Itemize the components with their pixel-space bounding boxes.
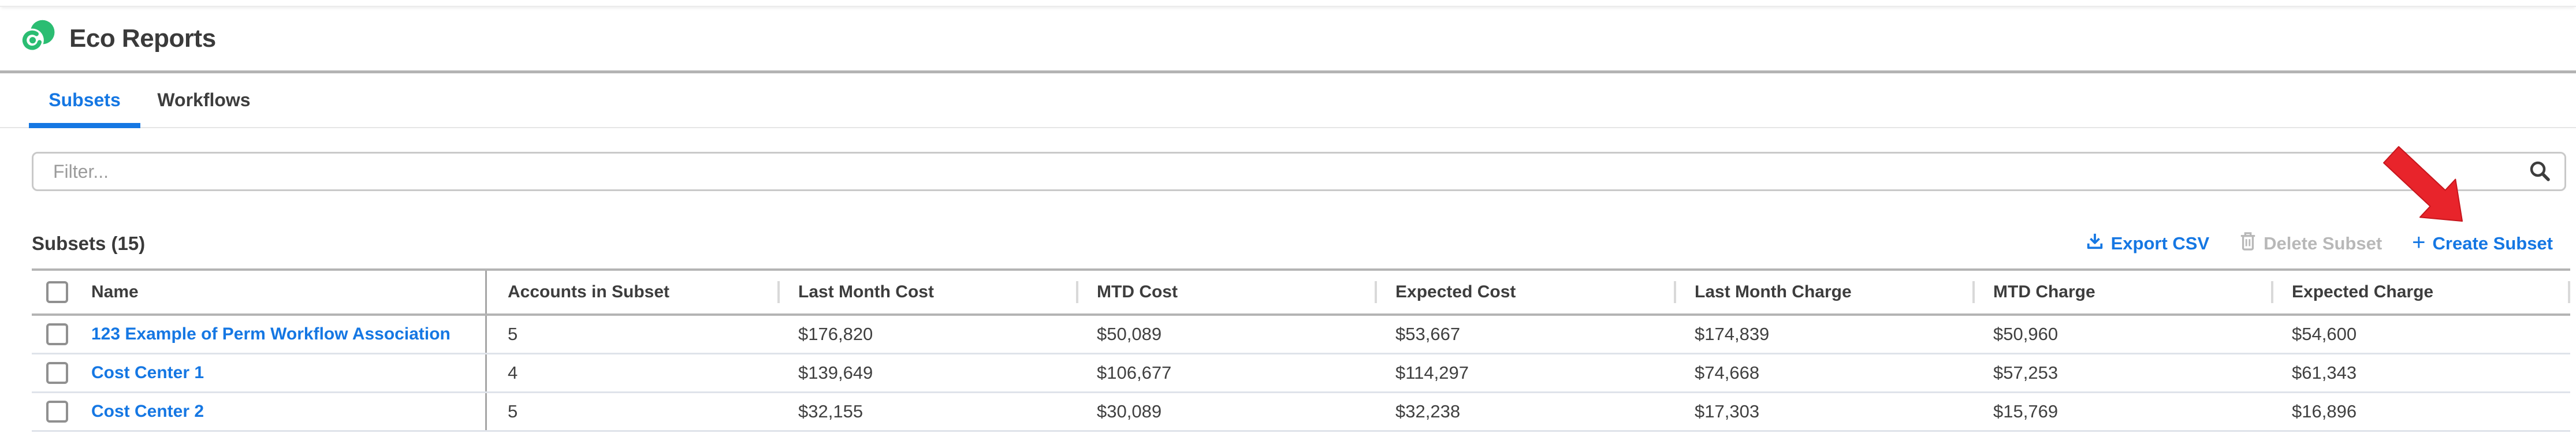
last-month-charge-value: $74,668 <box>1674 354 1972 391</box>
delete-subset-button[interactable]: Delete Subset <box>2239 232 2382 256</box>
mtd-cost-value: $30,089 <box>1076 393 1375 430</box>
tab-bar: Subsets Workflows <box>0 73 2576 128</box>
tab-subsets-label: Subsets <box>49 89 120 111</box>
window-top-strip <box>0 0 2576 7</box>
mtd-cost-value: $50,089 <box>1076 316 1375 353</box>
column-header-mtd-charge[interactable]: MTD Charge <box>1972 271 2271 313</box>
mtd-cost-value: $106,677 <box>1076 354 1375 391</box>
tab-workflows-label: Workflows <box>157 89 250 111</box>
column-header-expected-cost[interactable]: Expected Cost <box>1375 271 1674 313</box>
plus-icon: + <box>2412 234 2425 251</box>
last-month-cost-value: $32,155 <box>777 393 1076 430</box>
search-icon <box>2528 160 2551 183</box>
page-title: Eco Reports <box>69 24 216 53</box>
table-row: Cost Center 1 4 $139,649 $106,677 $114,2… <box>32 354 2570 393</box>
table-row: Cost Center 2 5 $32,155 $30,089 $32,238 … <box>32 393 2570 432</box>
row-checkbox[interactable] <box>46 401 68 423</box>
row-checkbox[interactable] <box>46 362 68 384</box>
row-checkbox-cell <box>32 354 83 391</box>
create-subset-label: Create Subset <box>2433 233 2553 254</box>
expected-cost-value: $32,238 <box>1375 393 1674 430</box>
subset-name-link[interactable]: Cost Center 1 <box>91 363 204 383</box>
expected-cost-value: $53,667 <box>1375 316 1674 353</box>
last-month-cost-value: $139,649 <box>777 354 1076 391</box>
expected-cost-value: $114,297 <box>1375 354 1674 391</box>
row-checkbox-cell <box>32 393 83 430</box>
delete-subset-label: Delete Subset <box>2264 233 2382 254</box>
filter-bar <box>32 152 2566 191</box>
tab-subsets[interactable]: Subsets <box>29 73 140 127</box>
column-header-expected-charge[interactable]: Expected Charge <box>2271 271 2570 313</box>
app-header: Eco Reports <box>0 7 2576 70</box>
table-header-row: Name Accounts in Subset Last Month Cost … <box>32 271 2570 316</box>
table-row: 123 Example of Perm Workflow Association… <box>32 316 2570 354</box>
filter-input[interactable] <box>32 152 2566 191</box>
expected-charge-value: $61,343 <box>2271 354 2570 391</box>
trash-icon <box>2239 232 2257 256</box>
accounts-in-subset-value: 5 <box>487 393 777 430</box>
subset-name-link[interactable]: 123 Example of Perm Workflow Association <box>91 324 451 344</box>
accounts-in-subset-value: 4 <box>487 354 777 391</box>
subsets-count-heading: Subsets (15) <box>32 233 145 255</box>
header-checkbox-cell <box>32 271 83 313</box>
expected-charge-value: $54,600 <box>2271 316 2570 353</box>
column-header-mtd-cost[interactable]: MTD Cost <box>1076 271 1375 313</box>
last-month-charge-value: $17,303 <box>1674 393 1972 430</box>
subset-name-link[interactable]: Cost Center 2 <box>91 402 204 421</box>
row-checkbox[interactable] <box>46 323 68 345</box>
download-icon <box>2086 232 2104 255</box>
mtd-charge-value: $15,769 <box>1972 393 2271 430</box>
last-month-charge-value: $174,839 <box>1674 316 1972 353</box>
expected-charge-value: $16,896 <box>2271 393 2570 430</box>
subsets-table: Name Accounts in Subset Last Month Cost … <box>32 268 2570 432</box>
eco-logo-icon <box>20 20 55 58</box>
column-header-name[interactable]: Name <box>83 271 487 313</box>
export-csv-button[interactable]: Export CSV <box>2086 232 2210 255</box>
last-month-cost-value: $176,820 <box>777 316 1076 353</box>
mtd-charge-value: $57,253 <box>1972 354 2271 391</box>
accounts-in-subset-value: 5 <box>487 316 777 353</box>
toolbar-actions: Export CSV Delete Subset + Create Subset <box>2086 232 2553 256</box>
export-csv-label: Export CSV <box>2111 233 2210 254</box>
column-header-last-month-cost[interactable]: Last Month Cost <box>777 271 1076 313</box>
toolbar: Subsets (15) Export CSV <box>32 228 2553 259</box>
select-all-checkbox[interactable] <box>46 281 68 303</box>
column-header-last-month-charge[interactable]: Last Month Charge <box>1674 271 1972 313</box>
tab-workflows[interactable]: Workflows <box>155 73 253 127</box>
column-header-accounts[interactable]: Accounts in Subset <box>487 271 777 313</box>
mtd-charge-value: $50,960 <box>1972 316 2271 353</box>
create-subset-button[interactable]: + Create Subset <box>2412 233 2553 254</box>
row-checkbox-cell <box>32 316 83 353</box>
